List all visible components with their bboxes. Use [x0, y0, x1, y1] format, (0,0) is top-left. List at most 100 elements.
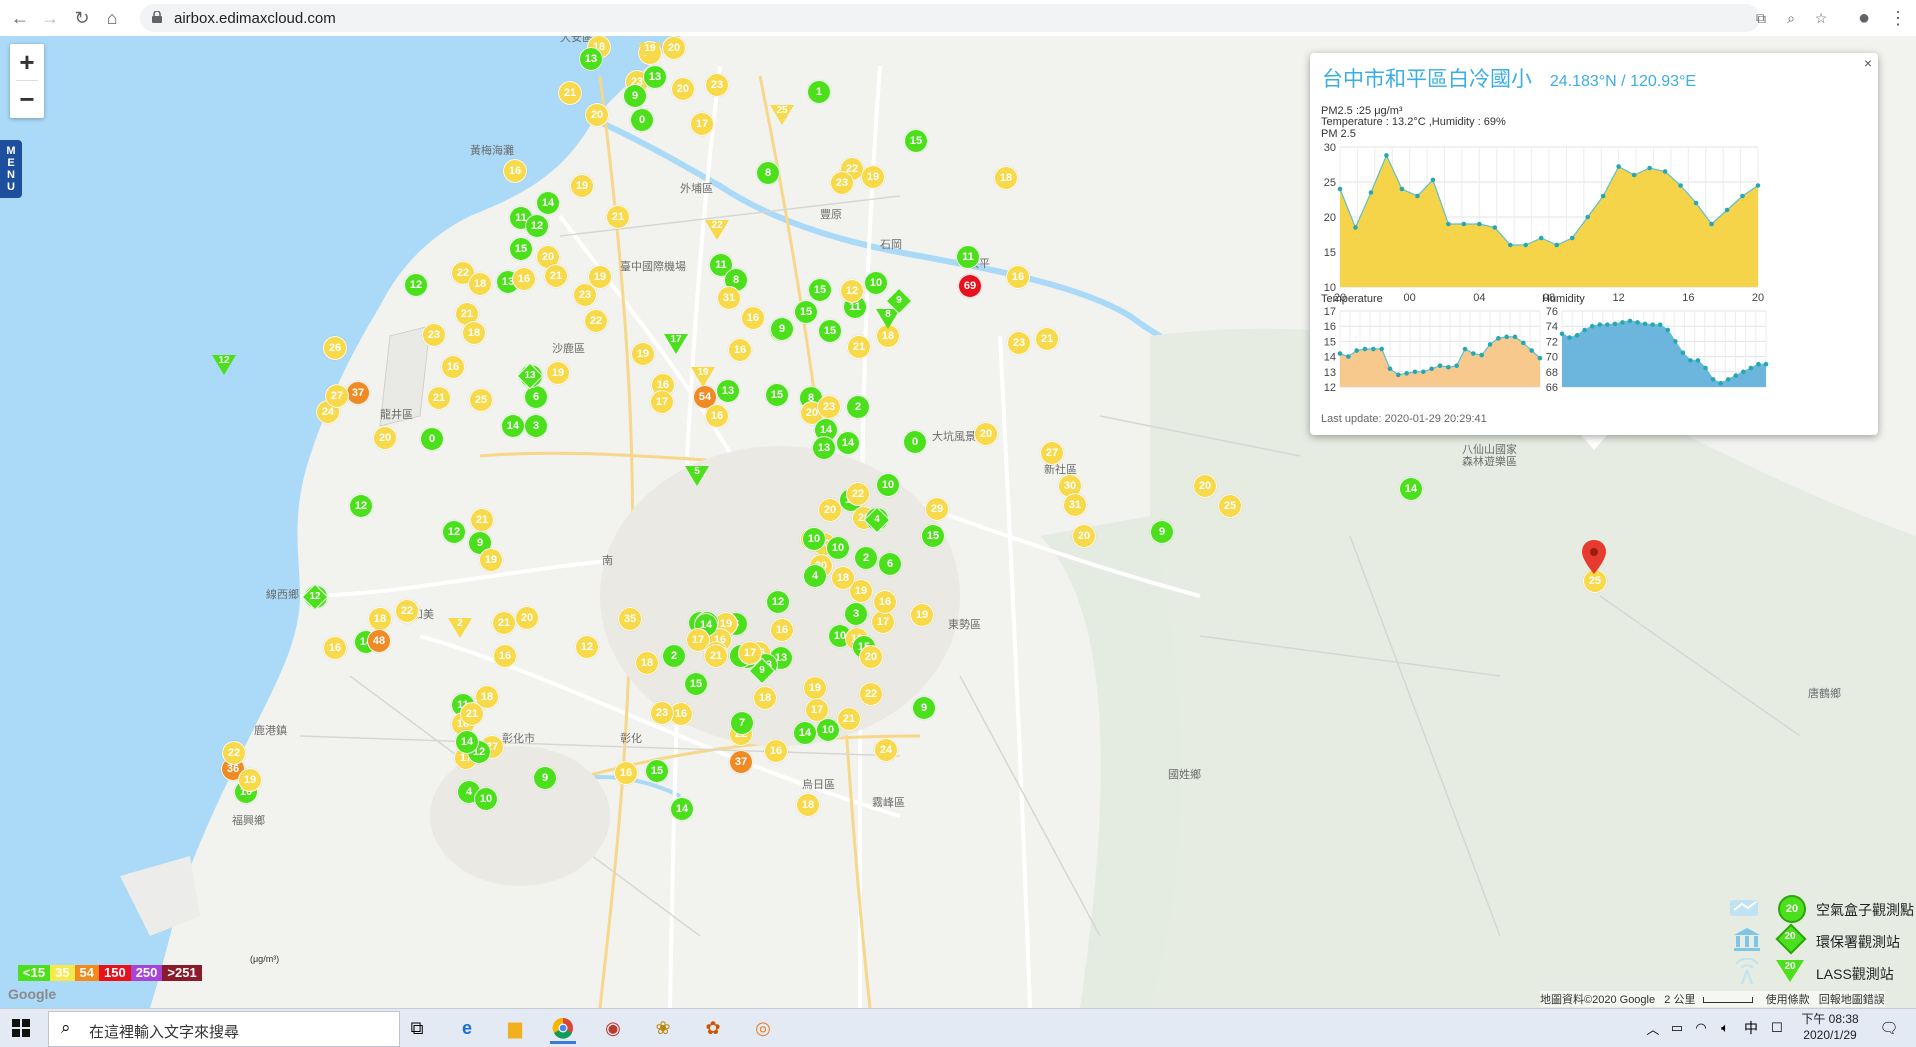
- station-marker[interactable]: 20: [859, 645, 883, 669]
- station-marker[interactable]: 23: [650, 701, 674, 725]
- map-canvas[interactable]: 大安區 沙鹿區 龍井區 南 線西鄉 彰化市 鹿港鎮 福興鄉 烏日區 霧峰區 新社…: [0, 36, 1916, 1008]
- station-marker[interactable]: 16: [614, 761, 638, 785]
- station-marker[interactable]: 25: [1218, 494, 1242, 518]
- menu-tab-button[interactable]: MENU: [0, 140, 22, 198]
- station-marker[interactable]: 20: [373, 426, 397, 450]
- station-marker[interactable]: 11: [956, 245, 980, 269]
- windows-start-icon[interactable]: [12, 1019, 30, 1037]
- station-marker[interactable]: 19: [910, 603, 934, 627]
- station-marker[interactable]: 14: [501, 414, 525, 438]
- chrome-browser-icon[interactable]: [550, 1015, 576, 1044]
- station-marker[interactable]: 4: [803, 564, 827, 588]
- station-marker[interactable]: 12: [766, 590, 790, 614]
- station-marker[interactable]: 18: [468, 272, 492, 296]
- station-marker[interactable]: 20: [585, 103, 609, 127]
- station-marker[interactable]: 21: [558, 81, 582, 105]
- station-marker[interactable]: 13: [643, 65, 667, 89]
- taskbar-search-box[interactable]: ⌕ 在這裡輸入文字來搜尋: [48, 1011, 400, 1047]
- station-marker[interactable]: 19: [631, 342, 655, 366]
- more-menu-icon[interactable]: ⋮: [1886, 6, 1910, 30]
- station-marker[interactable]: 2: [662, 644, 686, 668]
- zoom-in-button[interactable]: +: [10, 44, 44, 80]
- station-marker[interactable]: 20: [1072, 524, 1096, 548]
- back-icon[interactable]: ←: [8, 6, 32, 30]
- station-marker[interactable]: 16: [503, 159, 527, 183]
- forward-icon[interactable]: →: [38, 6, 62, 30]
- station-marker[interactable]: 12: [442, 520, 466, 544]
- station-marker[interactable]: 29: [925, 497, 949, 521]
- station-marker[interactable]: 16: [1006, 265, 1030, 289]
- station-marker[interactable]: 20: [1193, 474, 1217, 498]
- station-marker[interactable]: 21: [544, 264, 568, 288]
- station-marker[interactable]: 12: [525, 214, 549, 238]
- station-marker[interactable]: 9: [533, 766, 557, 790]
- station-marker[interactable]: 21: [606, 205, 630, 229]
- station-marker[interactable]: 1: [807, 80, 831, 104]
- station-marker[interactable]: 10: [864, 271, 888, 295]
- station-marker[interactable]: 12: [349, 494, 373, 518]
- volume-icon[interactable]: 🔈︎: [1712, 1015, 1738, 1041]
- station-marker[interactable]: 20: [671, 77, 695, 101]
- station-marker[interactable]: 20: [818, 498, 842, 522]
- zoom-icon[interactable]: ⌕: [1782, 9, 1800, 27]
- station-marker[interactable]: 16: [441, 355, 465, 379]
- station-marker[interactable]: 15: [765, 383, 789, 407]
- station-marker[interactable]: 23: [830, 171, 854, 195]
- station-marker[interactable]: 17: [650, 390, 674, 414]
- station-marker[interactable]: 15: [921, 524, 945, 548]
- station-marker[interactable]: 21: [837, 707, 861, 731]
- station-marker[interactable]: 23: [422, 323, 446, 347]
- station-marker[interactable]: 19: [238, 768, 262, 792]
- station-marker[interactable]: 22: [222, 741, 246, 765]
- station-marker[interactable]: 24: [874, 738, 898, 762]
- station-marker[interactable]: 18: [635, 651, 659, 675]
- station-marker[interactable]: 10: [474, 787, 498, 811]
- station-marker[interactable]: 21: [704, 644, 728, 668]
- station-marker[interactable]: 22: [395, 599, 419, 623]
- app-icon-blender[interactable]: ◎: [750, 1015, 776, 1041]
- station-marker[interactable]: 22: [584, 309, 608, 333]
- station-marker[interactable]: 15: [808, 278, 832, 302]
- reload-icon[interactable]: ↻: [70, 6, 94, 30]
- terms-link[interactable]: 使用條款: [1766, 994, 1810, 1006]
- station-marker[interactable]: 15: [794, 300, 818, 324]
- zoom-out-button[interactable]: −: [10, 81, 44, 117]
- station-marker[interactable]: 8: [756, 161, 780, 185]
- station-marker[interactable]: 16: [493, 644, 517, 668]
- station-marker[interactable]: 20: [515, 606, 539, 630]
- station-marker[interactable]: 31: [1063, 493, 1087, 517]
- station-marker[interactable]: 18: [462, 321, 486, 345]
- station-marker[interactable]: 15: [904, 129, 928, 153]
- station-marker[interactable]: 10: [826, 536, 850, 560]
- station-marker[interactable]: 18: [831, 566, 855, 590]
- station-marker[interactable]: 9: [912, 696, 936, 720]
- station-marker[interactable]: 2: [846, 395, 870, 419]
- app-icon-compass[interactable]: ◉: [600, 1015, 626, 1041]
- station-marker[interactable]: 69: [958, 274, 982, 298]
- station-marker[interactable]: 21: [470, 508, 494, 532]
- station-marker[interactable]: 21: [492, 611, 516, 635]
- station-marker[interactable]: 16: [705, 404, 729, 428]
- station-marker[interactable]: 20: [974, 422, 998, 446]
- file-explorer-icon[interactable]: ▆: [502, 1015, 528, 1041]
- station-marker[interactable]: 10: [802, 527, 826, 551]
- station-marker[interactable]: 12: [840, 279, 864, 303]
- station-marker[interactable]: 48: [367, 629, 391, 653]
- station-marker[interactable]: 16: [728, 338, 752, 362]
- station-marker[interactable]: 37: [346, 381, 370, 405]
- task-view-icon[interactable]: ⧉: [404, 1015, 430, 1041]
- station-marker[interactable]: 0: [630, 108, 654, 132]
- station-marker[interactable]: 3: [524, 414, 548, 438]
- station-marker[interactable]: 3: [844, 602, 868, 626]
- station-marker[interactable]: 16: [770, 618, 794, 642]
- report-error-link[interactable]: 回報地圖錯誤: [1819, 994, 1885, 1006]
- keyboard-icon[interactable]: ☐: [1764, 1015, 1790, 1041]
- station-marker[interactable]: 23: [1007, 331, 1031, 355]
- station-marker[interactable]: 12: [575, 635, 599, 659]
- bookmark-star-icon[interactable]: ☆: [1812, 9, 1830, 27]
- tray-chevron-icon[interactable]: ︿: [1640, 1015, 1666, 1041]
- station-marker[interactable]: 17: [690, 112, 714, 136]
- station-marker[interactable]: 6: [524, 385, 548, 409]
- wifi-icon[interactable]: ◠: [1688, 1015, 1714, 1041]
- station-marker[interactable]: 31: [717, 286, 741, 310]
